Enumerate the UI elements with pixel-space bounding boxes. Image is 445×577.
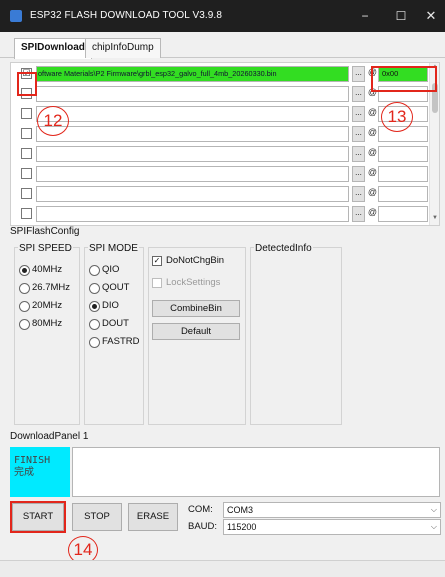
file-path-input[interactable]: [36, 106, 349, 122]
browse-button[interactable]: ...: [352, 86, 365, 102]
browse-button[interactable]: ...: [352, 206, 365, 222]
address-input[interactable]: [378, 166, 428, 182]
download-panel-title: DownloadPanel 1: [10, 431, 89, 442]
chevron-down-icon: ⌵: [430, 522, 437, 531]
file-path-input[interactable]: [36, 126, 349, 142]
browse-button[interactable]: ...: [352, 186, 365, 202]
lock-settings-label: LockSettings: [166, 277, 221, 288]
spi-mode-label: SPI MODE: [88, 243, 139, 254]
radio-dio[interactable]: DIO: [89, 299, 119, 313]
radio-26-7mhz[interactable]: 26.7MHz: [19, 281, 70, 295]
do-not-chg-bin-checkbox[interactable]: ✓ DoNotChgBin: [152, 254, 224, 268]
status-text-en: FINISH: [14, 455, 51, 466]
file-row: ... @: [11, 145, 439, 163]
annotation-step-13: 13: [381, 102, 413, 132]
at-symbol: @: [367, 207, 378, 217]
browse-button[interactable]: ...: [352, 166, 365, 182]
title-bar: ESP32 FLASH DOWNLOAD TOOL V3.9.8 − ☐ ✕: [0, 0, 445, 32]
status-bar: [0, 560, 445, 577]
com-select[interactable]: COM3 ⌵: [223, 502, 441, 518]
unchecked-box-icon: [152, 278, 162, 288]
tab-spidownload[interactable]: SPIDownload: [14, 38, 92, 59]
file-row-checkbox[interactable]: [21, 188, 32, 199]
file-row: ... @: [11, 105, 439, 123]
tab-chipinfodump[interactable]: chipInfoDump: [85, 38, 161, 58]
file-row: ... @: [11, 125, 439, 143]
file-row: ... @: [11, 165, 439, 183]
do-not-chg-bin-label: DoNotChgBin: [166, 255, 225, 266]
at-symbol: @: [367, 187, 378, 197]
baud-select[interactable]: 115200 ⌵: [223, 519, 441, 535]
file-row: ... @: [11, 185, 439, 203]
maximize-icon[interactable]: ☐: [384, 6, 418, 26]
status-box: FINISH 完成: [10, 447, 70, 497]
at-symbol: @: [367, 147, 378, 157]
file-row-checkbox[interactable]: [21, 168, 32, 179]
browse-button[interactable]: ...: [352, 106, 365, 122]
radio-fastrd[interactable]: FASTRD: [89, 335, 139, 349]
radio-dout[interactable]: DOUT: [89, 317, 129, 331]
spi-flash-config-title: SPIFlashConfig: [10, 226, 80, 237]
minimize-icon[interactable]: −: [348, 6, 382, 26]
file-path-input[interactable]: [36, 186, 349, 202]
chevron-down-icon: ⌵: [430, 505, 437, 514]
com-label: COM:: [188, 504, 213, 515]
radio-20mhz[interactable]: 20MHz: [19, 299, 62, 313]
close-icon[interactable]: ✕: [414, 6, 445, 26]
file-path-input[interactable]: oftware Materials\P2 Firmware\grbl_esp32…: [36, 66, 349, 82]
radio-qout[interactable]: QOUT: [89, 281, 129, 295]
file-row-checkbox[interactable]: [21, 108, 32, 119]
address-input[interactable]: [378, 146, 428, 162]
combine-bin-button[interactable]: CombineBin: [152, 300, 240, 317]
browse-button[interactable]: ...: [352, 66, 365, 82]
window-title: ESP32 FLASH DOWNLOAD TOOL V3.9.8: [30, 10, 222, 21]
radio-40mhz[interactable]: 40MHz: [19, 263, 62, 277]
com-value: COM3: [227, 505, 254, 515]
lock-settings-checkbox: LockSettings: [152, 276, 220, 290]
annotation-checkbox-highlight: [17, 72, 37, 96]
baud-value: 115200: [227, 522, 257, 532]
file-path-input[interactable]: [36, 146, 349, 162]
file-path-input[interactable]: [36, 166, 349, 182]
file-path-input[interactable]: [36, 206, 349, 222]
default-button[interactable]: Default: [152, 323, 240, 340]
browse-button[interactable]: ...: [352, 126, 365, 142]
check-mark-icon: ✓: [152, 256, 162, 266]
radio-80mhz[interactable]: 80MHz: [19, 317, 62, 331]
address-input[interactable]: [378, 206, 428, 222]
log-area[interactable]: [72, 447, 440, 497]
annotation-step-12: 12: [37, 106, 69, 136]
file-row-checkbox[interactable]: [21, 148, 32, 159]
file-row-checkbox[interactable]: [21, 208, 32, 219]
download-panel: FINISH 完成: [10, 447, 440, 497]
at-symbol: @: [367, 107, 378, 117]
annotation-address-highlight: [371, 66, 437, 92]
spi-speed-label: SPI SPEED: [18, 243, 73, 254]
scroll-down-icon[interactable]: ▼: [430, 215, 440, 221]
file-row-checkbox[interactable]: [21, 128, 32, 139]
file-row: ... @: [11, 205, 439, 223]
baud-label: BAUD:: [188, 521, 218, 532]
tab-bar: SPIDownload chipInfoDump: [0, 32, 445, 59]
detected-info-group: [250, 247, 342, 425]
address-input[interactable]: [378, 186, 428, 202]
radio-qio[interactable]: QIO: [89, 263, 119, 277]
erase-button[interactable]: ERASE: [128, 503, 178, 531]
stop-button[interactable]: STOP: [72, 503, 122, 531]
app-icon: [10, 10, 22, 22]
at-symbol: @: [367, 127, 378, 137]
annotation-start-highlight: [10, 501, 66, 533]
browse-button[interactable]: ...: [352, 146, 365, 162]
file-path-input[interactable]: [36, 86, 349, 102]
detected-info-label: DetectedInfo: [254, 243, 313, 254]
status-text-zh: 完成: [14, 467, 34, 478]
at-symbol: @: [367, 167, 378, 177]
